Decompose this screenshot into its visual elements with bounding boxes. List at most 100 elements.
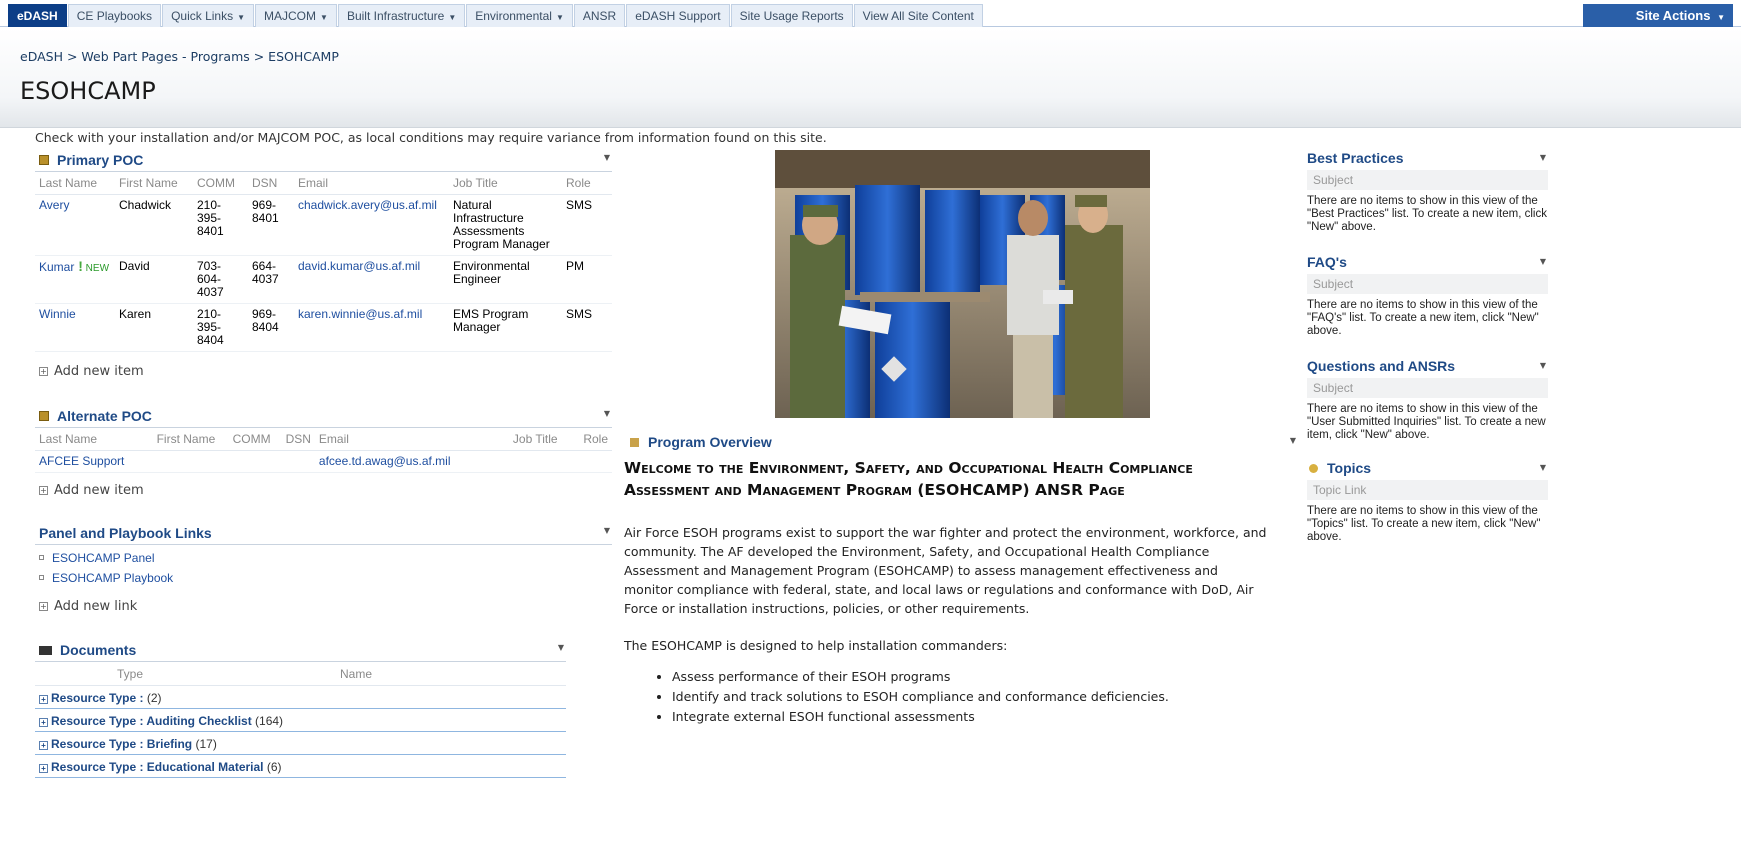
email-link[interactable]: chadwick.avery@us.af.mil: [298, 198, 437, 212]
add-new-item-link[interactable]: + Add new item: [39, 364, 612, 379]
column-header[interactable]: Last Name: [35, 428, 131, 451]
panel-links-title[interactable]: Panel and Playbook Links: [39, 525, 212, 541]
column-header[interactable]: COMM: [219, 428, 275, 451]
list-item[interactable]: ESOHCAMP Playbook: [39, 571, 612, 591]
webpart-menu-icon[interactable]: ▼: [604, 526, 610, 535]
overview-paragraph: Air Force ESOH programs exist to support…: [624, 525, 1267, 616]
overview-intro: The ESOHCAMP is designed to help install…: [624, 638, 1008, 653]
column-header[interactable]: Job Title: [465, 428, 562, 451]
tab-edash-support[interactable]: eDASH Support: [626, 4, 730, 27]
document-group[interactable]: + Resource Type : Briefing (17): [35, 732, 566, 755]
table-row: AFCEE Support afcee.td.awag@us.af.mil: [35, 450, 612, 473]
tab-label: eDASH Support: [635, 9, 721, 23]
expand-icon[interactable]: +: [39, 741, 48, 750]
cell-email: karen.winnie@us.af.mil: [294, 303, 449, 352]
webpart-menu-icon[interactable]: ▼: [1540, 257, 1546, 266]
best-practices-title[interactable]: Best Practices: [1307, 150, 1548, 166]
column-header[interactable]: Role: [561, 428, 612, 451]
column-header[interactable]: DSN: [274, 428, 315, 451]
add-icon: +: [39, 602, 48, 611]
group-label: Resource Type : Educational Material: [51, 760, 264, 774]
cell-job-title: Environmental Engineer: [449, 255, 562, 304]
column-header-type[interactable]: Type: [117, 667, 143, 681]
webpart-menu-icon[interactable]: ▼: [604, 409, 610, 418]
cell-job-title: EMS Program Manager: [449, 303, 562, 352]
tab-quick-links[interactable]: Quick Links ▼: [162, 4, 255, 27]
column-header-name[interactable]: Name: [340, 667, 372, 681]
column-header[interactable]: Job Title: [449, 172, 562, 195]
last-name-link[interactable]: Avery: [39, 198, 69, 212]
documents-column-headers: Type Name: [35, 662, 566, 686]
tab-view-all-site-content[interactable]: View All Site Content: [853, 4, 983, 27]
link-label: ESOHCAMP Playbook: [52, 571, 174, 585]
document-group[interactable]: + Resource Type : (2): [35, 686, 566, 709]
column-header-subject[interactable]: Subject: [1307, 378, 1548, 398]
topics-webpart: Topics ▼ Topic Link There are no items t…: [1307, 460, 1548, 544]
webpart-menu-icon[interactable]: ▼: [558, 643, 564, 652]
add-new-item-label: Add new item: [54, 364, 144, 379]
add-new-item-link[interactable]: + Add new item: [39, 483, 612, 498]
cell-email: afcee.td.awag@us.af.mil: [314, 450, 562, 473]
webpart-menu-icon[interactable]: ▼: [1290, 436, 1296, 445]
panel-links-webpart: Panel and Playbook Links ▼ ESOHCAMP Pane…: [35, 523, 612, 614]
last-name-link[interactable]: Kumar: [39, 260, 74, 274]
column-header-topic-link[interactable]: Topic Link: [1307, 480, 1548, 500]
column-header[interactable]: COMM: [193, 172, 248, 195]
cell-first-name: Karen: [115, 303, 193, 352]
tab-ce-playbooks[interactable]: CE Playbooks: [67, 4, 162, 27]
expand-icon[interactable]: +: [39, 718, 48, 727]
column-header[interactable]: Email: [294, 172, 449, 195]
tab-majcom[interactable]: MAJCOM ▼: [255, 4, 337, 27]
column-header[interactable]: Last Name: [35, 172, 115, 195]
alternate-poc-title[interactable]: Alternate POC: [57, 408, 152, 424]
tab-label: MAJCOM: [264, 9, 317, 23]
documents-title[interactable]: Documents: [60, 642, 136, 658]
email-link[interactable]: david.kumar@us.af.mil: [298, 259, 420, 273]
primary-poc-title[interactable]: Primary POC: [57, 152, 143, 168]
cell-dsn: 664- 4037: [248, 255, 294, 304]
email-link[interactable]: karen.winnie@us.af.mil: [298, 307, 422, 321]
tab-ansr[interactable]: ANSR: [573, 4, 626, 27]
tab-edash[interactable]: eDASH: [8, 4, 67, 27]
cell-last-name: AFCEE Support: [35, 450, 220, 473]
program-overview-title[interactable]: Program Overview: [648, 434, 772, 450]
column-header-subject[interactable]: Subject: [1307, 170, 1548, 190]
topics-title[interactable]: Topics: [1327, 460, 1371, 476]
tab-site-usage-reports[interactable]: Site Usage Reports: [730, 4, 853, 27]
site-actions-menu[interactable]: Site Actions ▼: [1583, 4, 1733, 27]
column-header[interactable]: Role: [562, 172, 612, 195]
document-group[interactable]: + Resource Type : Educational Material (6…: [35, 755, 566, 778]
webpart-menu-icon[interactable]: ▼: [1540, 153, 1546, 162]
tab-environmental[interactable]: Environmental ▼: [466, 4, 573, 27]
document-group[interactable]: + Resource Type : Auditing Checklist (164…: [35, 709, 566, 732]
expand-icon[interactable]: +: [39, 695, 48, 704]
tab-label: CE Playbooks: [76, 9, 153, 23]
column-header[interactable]: Email: [314, 428, 466, 451]
faq-title[interactable]: FAQ's: [1307, 254, 1548, 270]
group-label: Resource Type :: [51, 691, 144, 705]
column-header[interactable]: First Name: [115, 172, 193, 195]
title-area: eDASH > Web Part Pages - Programs > ESOH…: [0, 28, 1741, 128]
column-header[interactable]: First Name: [130, 428, 220, 451]
webpart-menu-icon[interactable]: ▼: [604, 153, 610, 162]
breadcrumb[interactable]: eDASH > Web Part Pages - Programs > ESOH…: [20, 49, 339, 64]
webpart-menu-icon[interactable]: ▼: [1540, 361, 1546, 370]
program-photo: [775, 150, 1150, 418]
add-new-item-label: Add new item: [54, 483, 144, 498]
column-header-subject[interactable]: Subject: [1307, 274, 1548, 294]
last-name-link[interactable]: AFCEE Support: [39, 454, 124, 468]
webpart-menu-icon[interactable]: ▼: [1540, 463, 1546, 472]
tab-label: ANSR: [582, 9, 617, 23]
add-new-link[interactable]: + Add new link: [39, 599, 612, 614]
empty-list-message: There are no items to show in this view …: [1307, 195, 1547, 233]
questions-title[interactable]: Questions and ANSRs: [1307, 358, 1548, 374]
tab-built-infrastructure[interactable]: Built Infrastructure ▼: [337, 4, 466, 27]
tab-label: Site Usage Reports: [739, 9, 844, 23]
list-item: Identify and track solutions to ESOH com…: [672, 687, 1269, 707]
last-name-link[interactable]: Winnie: [39, 307, 76, 321]
list-item[interactable]: ESOHCAMP Panel: [39, 551, 612, 571]
cell-role: [561, 450, 612, 473]
expand-icon[interactable]: +: [39, 764, 48, 773]
email-link[interactable]: afcee.td.awag@us.af.mil: [319, 454, 451, 468]
column-header[interactable]: DSN: [248, 172, 294, 195]
